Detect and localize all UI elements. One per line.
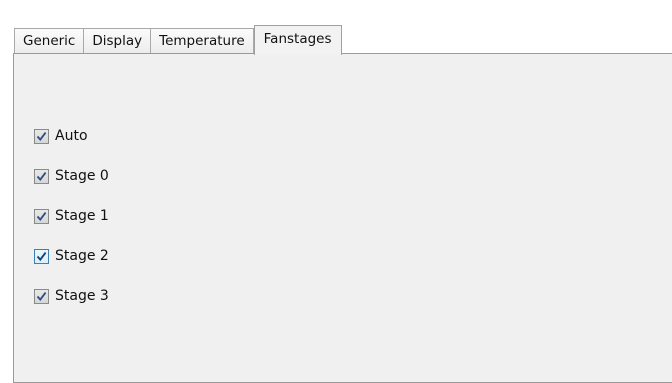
check-icon: [36, 291, 47, 301]
auto-checkbox[interactable]: [34, 128, 49, 144]
check-icon: [36, 211, 47, 221]
stage-3-checkbox[interactable]: [34, 288, 49, 304]
settings-window: Generic Display Temperature Fanstages Au…: [0, 0, 672, 383]
auto-checkbox-row[interactable]: Auto: [34, 127, 88, 145]
stage-1-label: Stage 1: [55, 208, 109, 224]
auto-label: Auto: [55, 128, 88, 144]
check-icon: [36, 171, 47, 181]
stage-0-checkbox[interactable]: [34, 168, 49, 184]
stage-2-checkbox-row[interactable]: Stage 2: [34, 247, 109, 265]
check-icon: [36, 251, 47, 261]
stage-1-checkbox[interactable]: [34, 208, 49, 224]
stage-1-checkbox-row[interactable]: Stage 1: [34, 207, 109, 225]
tab-generic[interactable]: Generic: [14, 28, 84, 54]
stage-0-label: Stage 0: [55, 168, 109, 184]
tab-display[interactable]: Display: [83, 28, 151, 54]
stage-3-label: Stage 3: [55, 288, 109, 304]
tab-strip: Generic Display Temperature Fanstages: [14, 24, 342, 55]
stage-0-checkbox-row[interactable]: Stage 0: [34, 167, 109, 185]
check-icon: [36, 131, 47, 141]
tab-fanstages[interactable]: Fanstages: [253, 25, 342, 55]
tab-temperature[interactable]: Temperature: [150, 28, 254, 54]
stage-3-checkbox-row[interactable]: Stage 3: [34, 287, 109, 305]
fanstages-panel: Auto Stage 0 Stage 1 Stage 2 Stage 3: [13, 53, 672, 383]
stage-2-label: Stage 2: [55, 248, 109, 264]
stage-2-checkbox[interactable]: [34, 248, 49, 264]
